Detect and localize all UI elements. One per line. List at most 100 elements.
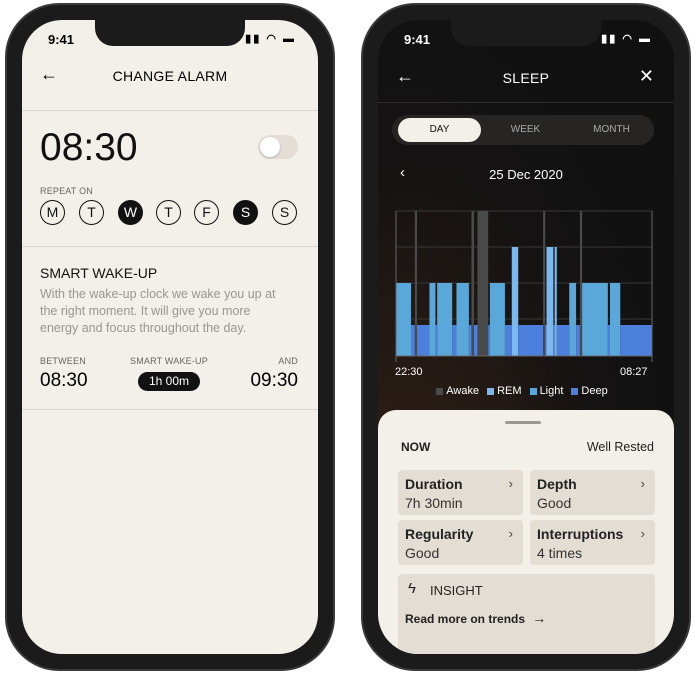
page-title: SLEEP bbox=[502, 70, 550, 86]
chevron-right-icon: › bbox=[508, 526, 513, 541]
divider bbox=[378, 102, 674, 103]
segment-deep bbox=[556, 325, 570, 356]
sheet-handle[interactable] bbox=[505, 421, 541, 424]
smart-wakeup-title: SMART WAKE-UP bbox=[40, 265, 158, 281]
segment-deep bbox=[620, 325, 652, 356]
segment-deep bbox=[474, 325, 478, 356]
insight-card[interactable]: ϟ INSIGHT Read more on trends → bbox=[398, 574, 655, 654]
signal-wifi-battery-icon: ▮▮ ◠ ▬ bbox=[601, 33, 652, 45]
day-toggle[interactable]: T bbox=[156, 200, 181, 225]
tab-month[interactable]: MONTH bbox=[570, 118, 653, 142]
now-label: NOW bbox=[401, 440, 431, 454]
metric-label: Duration bbox=[405, 476, 463, 492]
segment-deep bbox=[545, 325, 547, 356]
chevron-right-icon: › bbox=[640, 476, 645, 491]
legend-swatch bbox=[571, 387, 579, 395]
legend-label: Deep bbox=[581, 385, 608, 397]
phone-alarm: 9:41 ▮▮ ◠ ▬ ← CHANGE ALARM 08:30 REPEAT O… bbox=[5, 3, 335, 671]
smart-wakeup-description: With the wake-up clock we wake you up at… bbox=[40, 287, 276, 335]
tab-week[interactable]: WEEK bbox=[484, 118, 567, 142]
metric-value: Good bbox=[405, 545, 440, 561]
metric-label: Depth bbox=[537, 476, 577, 492]
day-toggle[interactable]: S bbox=[272, 200, 297, 225]
period-tabs: DAY WEEK MONTH bbox=[392, 115, 654, 145]
sleep-chart bbox=[395, 210, 653, 362]
metric-value: 4 times bbox=[537, 545, 583, 561]
legend-label: REM bbox=[497, 385, 522, 397]
day-toggle[interactable]: W bbox=[118, 200, 143, 225]
legend-label: Light bbox=[539, 385, 564, 397]
segment-light bbox=[437, 283, 453, 356]
date-label: 25 Dec 2020 bbox=[489, 167, 563, 182]
segment-light bbox=[489, 283, 505, 356]
signal-wifi-battery-icon: ▮▮ ◠ ▬ bbox=[245, 33, 296, 45]
window-pill[interactable]: 1h 00m bbox=[138, 372, 200, 391]
page-title: CHANGE ALARM bbox=[112, 68, 228, 84]
segment-deep bbox=[607, 325, 610, 356]
alarm-time[interactable]: 08:30 bbox=[40, 126, 138, 170]
segment-deep bbox=[468, 325, 472, 356]
divider bbox=[22, 409, 318, 410]
metric-card-duration[interactable]: Duration 7h 30min › bbox=[398, 470, 523, 515]
status-time: 9:41 bbox=[48, 32, 75, 47]
segment-deep bbox=[452, 325, 457, 356]
now-value: Well Rested bbox=[586, 440, 654, 454]
segment-light bbox=[396, 283, 412, 356]
chevron-right-icon: › bbox=[640, 526, 645, 541]
day-toggle[interactable]: S bbox=[233, 200, 258, 225]
insight-link[interactable]: Read more on trends → bbox=[405, 610, 546, 626]
insight-link-text: Read more on trends bbox=[405, 612, 526, 626]
segment-rem bbox=[546, 247, 554, 356]
segment-deep bbox=[553, 325, 555, 356]
legend-swatch bbox=[487, 387, 495, 395]
chart-legend: Awake REM Light Deep bbox=[378, 385, 674, 398]
alarm-screen: 9:41 ▮▮ ◠ ▬ ← CHANGE ALARM 08:30 REPEAT O… bbox=[22, 20, 318, 654]
and-time[interactable]: 09:30 bbox=[250, 370, 298, 392]
segment-deep bbox=[576, 325, 580, 356]
day-toggle[interactable]: M bbox=[40, 200, 65, 225]
arrow-right-icon: → bbox=[528, 610, 547, 626]
segment-light bbox=[429, 283, 436, 356]
metric-card-interruptions[interactable]: Interruptions 4 times › bbox=[530, 520, 655, 565]
segment-awake bbox=[543, 211, 546, 356]
alarm-toggle[interactable] bbox=[258, 135, 298, 159]
segment-awake bbox=[477, 211, 489, 356]
chevron-right-icon: › bbox=[508, 476, 513, 491]
notch bbox=[95, 20, 245, 46]
segment-deep bbox=[435, 325, 438, 356]
legend-awake: Awake bbox=[436, 385, 479, 397]
legend-rem: REM bbox=[487, 385, 522, 397]
segment-light bbox=[456, 283, 469, 356]
x-end-label: 08:27 bbox=[620, 366, 648, 378]
segment-awake bbox=[471, 211, 475, 356]
segment-light bbox=[582, 283, 608, 356]
segment-deep bbox=[488, 325, 490, 356]
x-start-label: 22:30 bbox=[395, 366, 423, 378]
day-toggle[interactable]: F bbox=[194, 200, 219, 225]
legend-label: Awake bbox=[446, 385, 480, 397]
between-label: BETWEEN bbox=[40, 356, 86, 366]
segment-deep bbox=[411, 325, 415, 356]
window-label: SMART WAKE-UP bbox=[130, 356, 208, 366]
close-button[interactable]: ✕ bbox=[639, 66, 654, 87]
bottom-sheet: NOW Well Rested Duration 7h 30min › Depth Go… bbox=[378, 410, 674, 654]
status-time: 9:41 bbox=[404, 32, 431, 47]
day-toggle[interactable]: T bbox=[79, 200, 104, 225]
repeat-label: REPEAT ON bbox=[40, 186, 93, 196]
divider bbox=[22, 246, 318, 247]
tab-day[interactable]: DAY bbox=[398, 118, 481, 142]
metric-card-regularity[interactable]: Regularity Good › bbox=[398, 520, 523, 565]
and-label: AND bbox=[278, 356, 298, 366]
segment-deep bbox=[518, 325, 544, 356]
metric-card-depth[interactable]: Depth Good › bbox=[530, 470, 655, 515]
divider bbox=[22, 110, 318, 111]
segment-light bbox=[569, 283, 577, 356]
segment-rem bbox=[511, 247, 519, 356]
segment-deep bbox=[417, 325, 430, 356]
between-time[interactable]: 08:30 bbox=[40, 370, 88, 392]
segment-deep bbox=[504, 325, 512, 356]
metric-value: Good bbox=[537, 495, 572, 511]
segment-awake bbox=[414, 211, 418, 356]
legend-light: Light bbox=[529, 385, 564, 397]
legend-swatch bbox=[436, 387, 444, 395]
